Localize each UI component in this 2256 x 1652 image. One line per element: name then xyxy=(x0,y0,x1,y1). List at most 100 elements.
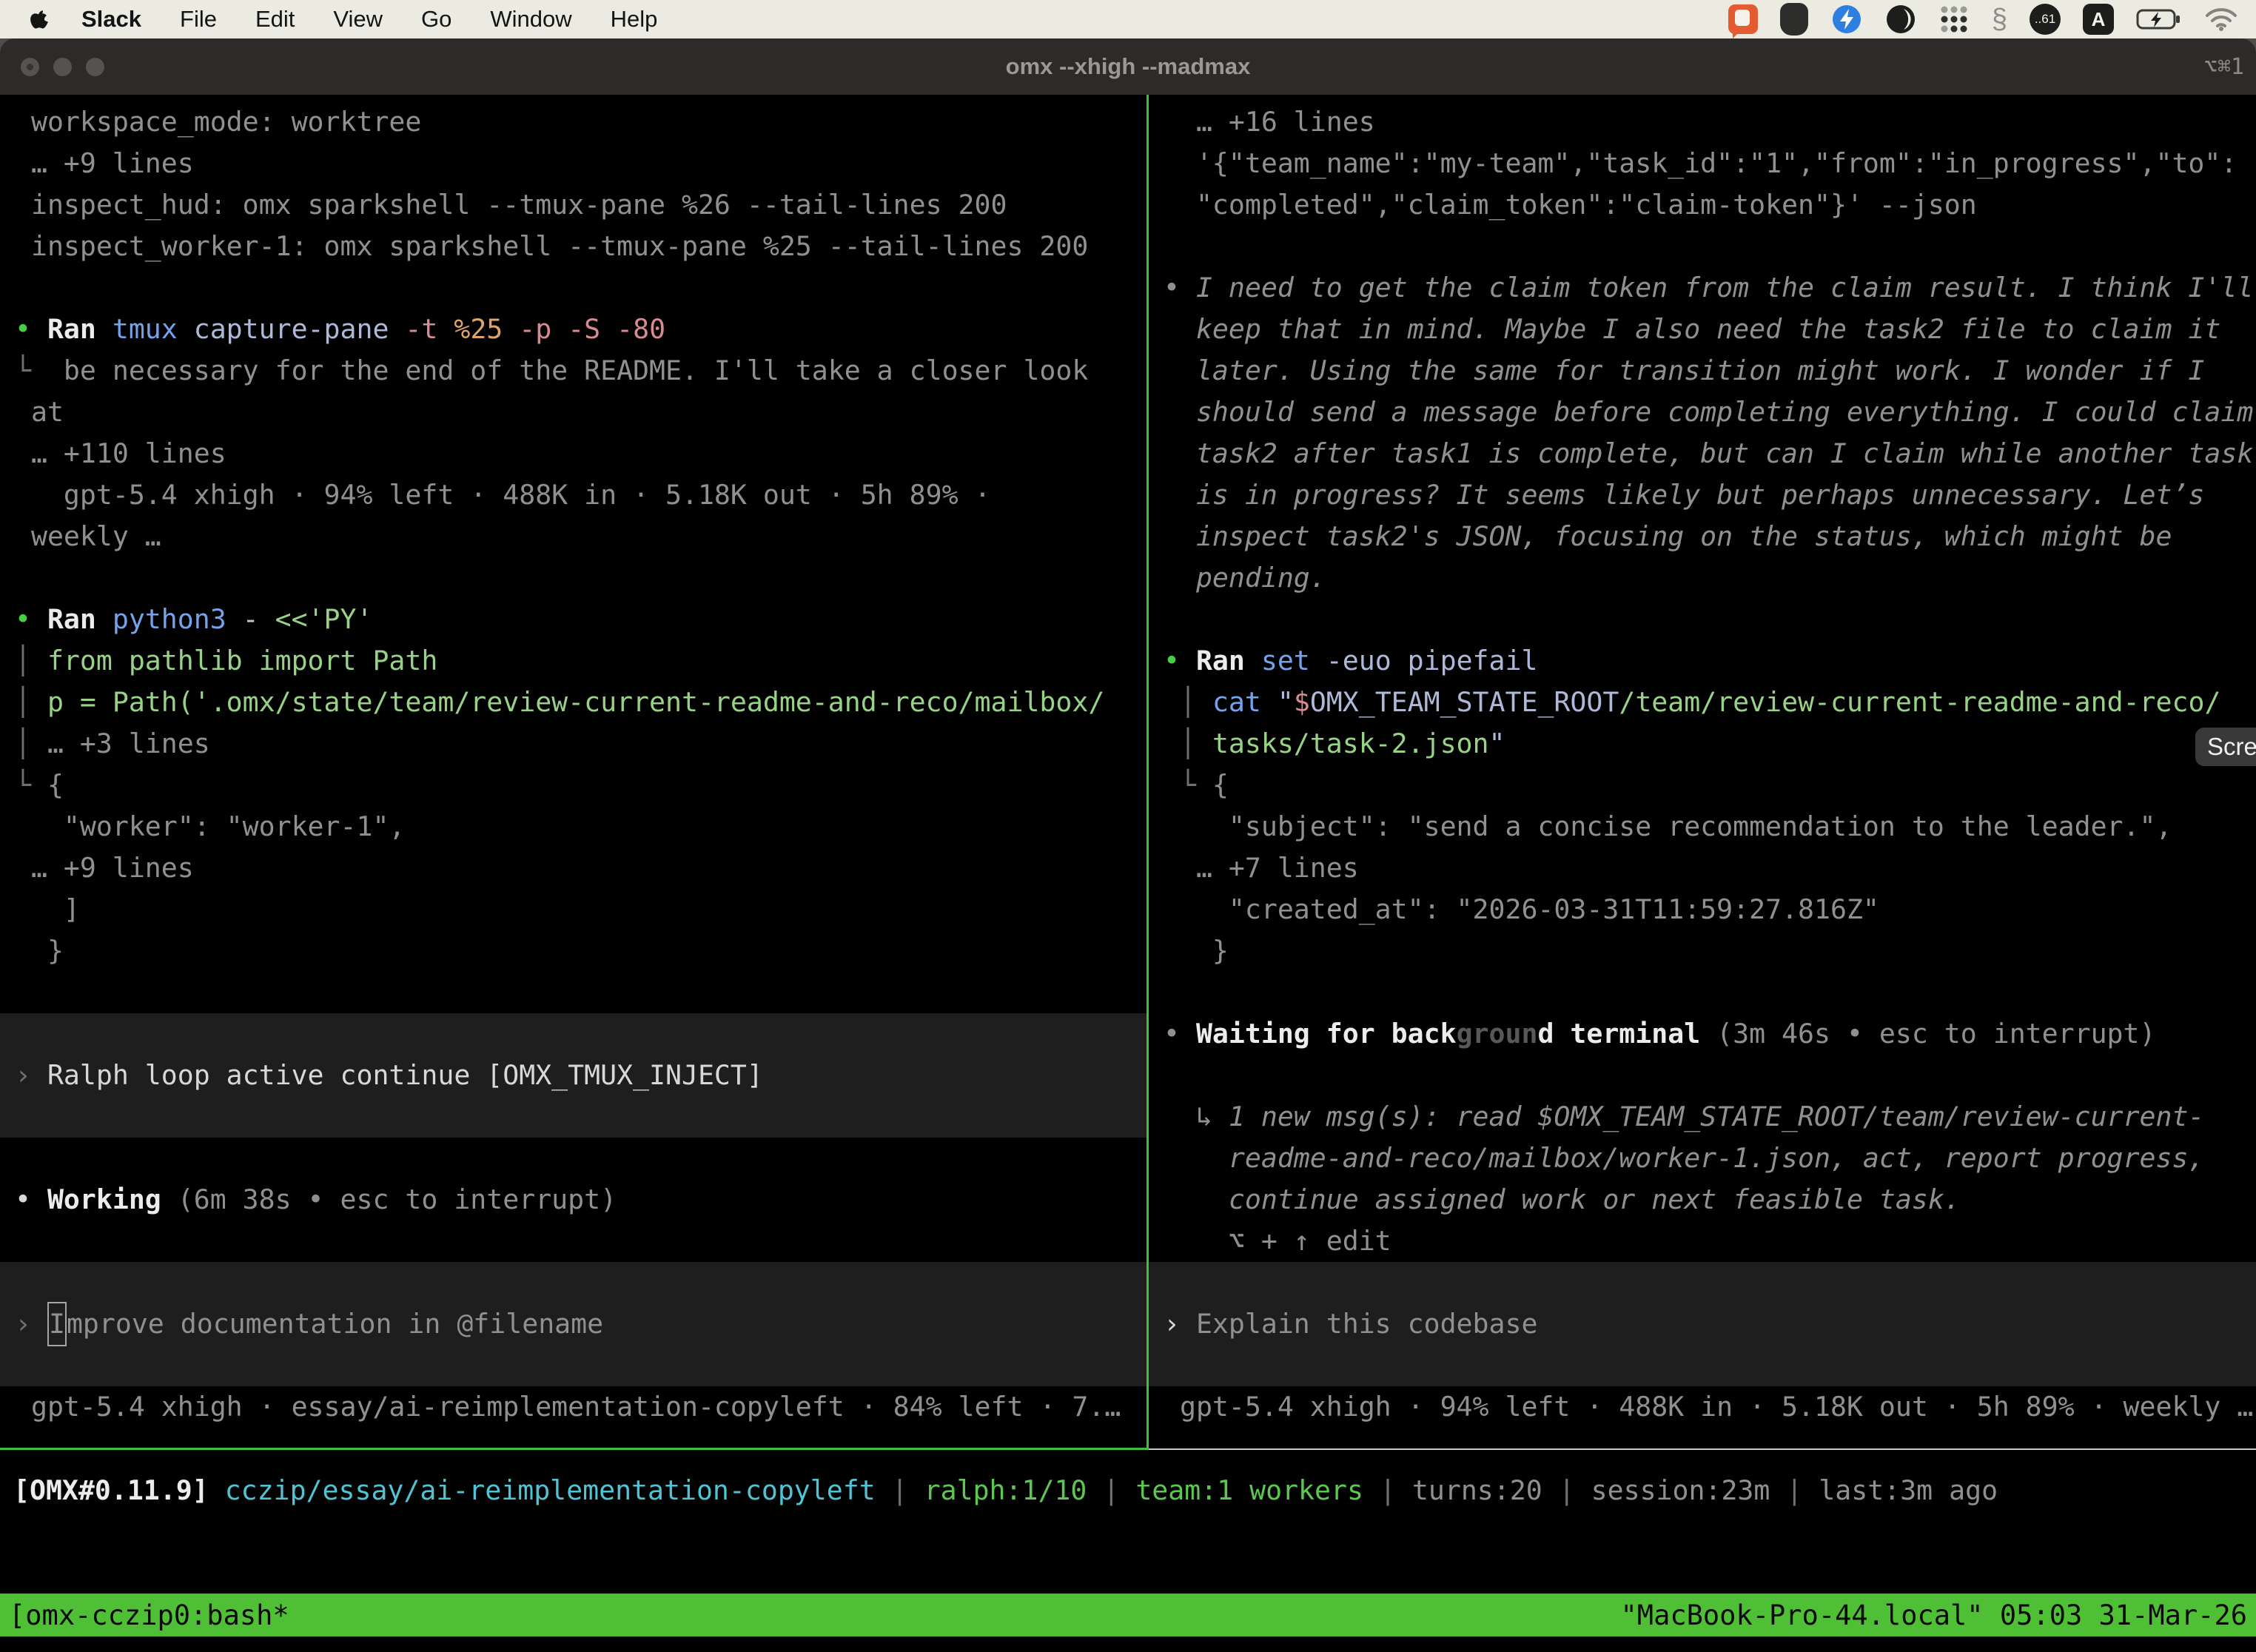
text-segment: later. Using the same for transition mig… xyxy=(1164,355,2204,386)
terminal-line: │ p = Path('.omx/state/team/review-curre… xyxy=(0,682,1147,723)
text-segment: groun xyxy=(1457,1018,1538,1050)
terminal-line: └ { xyxy=(0,765,1147,806)
text-segment: tasks/task-2.json xyxy=(1212,728,1489,759)
terminal-line: is in progress? It seems likely but perh… xyxy=(1149,474,2256,516)
text-segment: last:3m ago xyxy=(1819,1474,1998,1506)
menu-item-view[interactable]: View xyxy=(333,6,383,33)
terminal-line: │ tasks/task-2.json" xyxy=(1149,723,2256,765)
badge-61-icon[interactable]: ..61 xyxy=(2030,4,2061,35)
text-segment: turns:20 xyxy=(1412,1474,1542,1506)
terminal-line: … +7 lines xyxy=(1149,847,2256,889)
text-segment: cat xyxy=(1212,686,1278,718)
window-title: omx --xhigh --madmax xyxy=(0,53,2256,80)
text-segment: • xyxy=(1164,272,1196,303)
text-segment: ralph:1/10 xyxy=(924,1474,1087,1506)
terminal-line: … +9 lines xyxy=(0,847,1147,889)
text-segment: is in progress? It seems likely but perh… xyxy=(1164,479,2204,511)
terminal-line: inspect_worker-1: omx sparkshell --tmux-… xyxy=(0,226,1147,267)
dots-grid-icon[interactable] xyxy=(1938,4,1970,35)
terminal-pane-left[interactable]: workspace_mode: worktree … +9 lines insp… xyxy=(0,95,1147,1449)
window-shortcut-badge: ⌥⌘1 xyxy=(2204,54,2244,80)
pane-divider[interactable] xyxy=(1147,95,1149,1450)
text-segment: gpt-5.4 xhigh · 94% left · 488K in · 5.1… xyxy=(1164,1391,2253,1423)
squiggle-icon[interactable]: § xyxy=(1992,5,2007,33)
text-segment: continue assigned work or next feasible … xyxy=(1164,1183,1961,1215)
text-segment: "created_at": "2026-03-31T11:59:27.816Z" xyxy=(1164,893,1879,925)
text-segment: p = Path('.omx/state/team/review-current… xyxy=(47,686,1104,718)
prompt-input[interactable]: › Improve documentation in @filename xyxy=(0,1262,1147,1386)
terminal-line: • I need to get the claim token from the… xyxy=(1149,267,2256,309)
text-segment: $ xyxy=(1294,686,1310,718)
menu-item-go[interactable]: Go xyxy=(421,6,451,33)
prompt-input[interactable]: › Explain this codebase xyxy=(1149,1262,2256,1386)
text-segment: └ xyxy=(15,355,31,386)
terminal-line: inspect_hud: omx sparkshell --tmux-pane … xyxy=(0,184,1147,226)
terminal-line: … +110 lines xyxy=(0,433,1147,474)
terminal-line: • Working (6m 38s • esc to interrupt) xyxy=(0,1179,1147,1220)
window-title-bar: omx --xhigh --madmax ⌥⌘1 xyxy=(0,38,2256,95)
blue-bolt-icon[interactable] xyxy=(1830,3,1863,36)
text-segment: │ xyxy=(1164,728,1212,759)
text-segment: • xyxy=(1164,1018,1196,1050)
input-source-icon[interactable]: A xyxy=(2083,4,2114,35)
menu-item-file[interactable]: File xyxy=(180,6,217,33)
text-segment: › xyxy=(15,1303,47,1345)
screen-overlay-label: Scre xyxy=(2207,733,2256,761)
text-segment: (3m 46s • esc to interrupt) xyxy=(1700,1018,2155,1050)
terminal-line: } xyxy=(1149,930,2256,972)
apple-icon[interactable] xyxy=(28,6,50,33)
text-segment: readme-and-reco/mailbox/worker-1.json, a… xyxy=(1164,1142,2204,1174)
text-segment: | xyxy=(1087,1474,1135,1506)
text-segment: at xyxy=(15,396,64,428)
terminal-line: │ cat "$OMX_TEAM_STATE_ROOT/team/review-… xyxy=(1149,682,2256,723)
text-segment: Explain this codebase xyxy=(1196,1303,1537,1345)
terminal-line xyxy=(1149,226,2256,267)
terminal-line xyxy=(1149,1055,2256,1096)
text-segment: └ xyxy=(15,769,47,801)
terminal-line: should send a message before completing … xyxy=(1149,392,2256,433)
menu-status-icons: § ..61 A xyxy=(1728,0,2238,38)
terminal-line: weekly … xyxy=(0,516,1147,557)
pane-border-right-bottom xyxy=(1149,1448,2256,1450)
text-segment: capture-pane xyxy=(194,313,406,345)
terminal-line: "completed","claim_token":"claim-token"}… xyxy=(1149,184,2256,226)
menu-app-name[interactable]: Slack xyxy=(81,6,141,33)
text-segment: " xyxy=(1278,686,1294,718)
text-segment: • xyxy=(15,603,47,635)
text-segment: pending. xyxy=(1164,562,1326,594)
crescent-circle-icon[interactable] xyxy=(1885,4,1916,35)
text-segment: … +7 lines xyxy=(1164,852,1359,884)
terminal-line: ] xyxy=(0,889,1147,930)
text-cursor: I xyxy=(47,1302,67,1346)
text-segment: Ralph loop active continue [OMX_TMUX_INJ… xyxy=(47,1055,763,1096)
inject-banner[interactable]: › Ralph loop active continue [OMX_TMUX_I… xyxy=(0,1013,1147,1138)
wifi-icon[interactable] xyxy=(2204,7,2238,32)
terminal-line: • Ran python3 - <<'PY' xyxy=(0,599,1147,640)
terminal-line: … +16 lines xyxy=(1149,101,2256,143)
terminal-line: … +9 lines xyxy=(0,143,1147,184)
text-segment: ] xyxy=(15,893,80,925)
terminal-line xyxy=(0,972,1147,1013)
text-segment: │ xyxy=(1164,686,1212,718)
terminal-line: ↳ 1 new msg(s): read $OMX_TEAM_STATE_ROO… xyxy=(1149,1096,2256,1138)
text-segment: ↳ 1 new msg(s): read $OMX_TEAM_STATE_ROO… xyxy=(1164,1101,2204,1132)
text-segment: - xyxy=(243,603,275,635)
menu-item-help[interactable]: Help xyxy=(611,6,658,33)
text-segment: cczip/essay/ai-reimplementation-copyleft xyxy=(225,1474,876,1506)
menu-item-window[interactable]: Window xyxy=(490,6,571,33)
tmux-host-clock-label: "MacBook-Pro-44.local" 05:03 31-Mar-26 xyxy=(1621,1599,2247,1631)
chat-bubble-icon[interactable] xyxy=(1728,4,1758,34)
text-segment: "completed","claim_token":"claim-token"}… xyxy=(1164,189,1977,221)
text-segment: inspect_worker-1: omx sparkshell --tmux-… xyxy=(15,230,1088,262)
screen-overlay-button[interactable]: Scre xyxy=(2195,728,2256,766)
terminal-pane-right[interactable]: … +16 lines '{"team_name":"my-team","tas… xyxy=(1149,95,2256,1449)
shield-grid-icon[interactable] xyxy=(1780,3,1808,36)
terminal-line: │ from pathlib import Path xyxy=(0,640,1147,682)
terminal-line: readme-and-reco/mailbox/worker-1.json, a… xyxy=(1149,1138,2256,1179)
menu-bar: Slack File Edit View Go Window Help § ..… xyxy=(0,0,2256,38)
battery-icon[interactable] xyxy=(2136,8,2182,30)
text-segment: python3 xyxy=(113,603,243,635)
text-segment: Ran xyxy=(47,603,113,635)
menu-item-edit[interactable]: Edit xyxy=(255,6,295,33)
terminal-line: ⌥ + ↑ edit xyxy=(1149,1220,2256,1262)
